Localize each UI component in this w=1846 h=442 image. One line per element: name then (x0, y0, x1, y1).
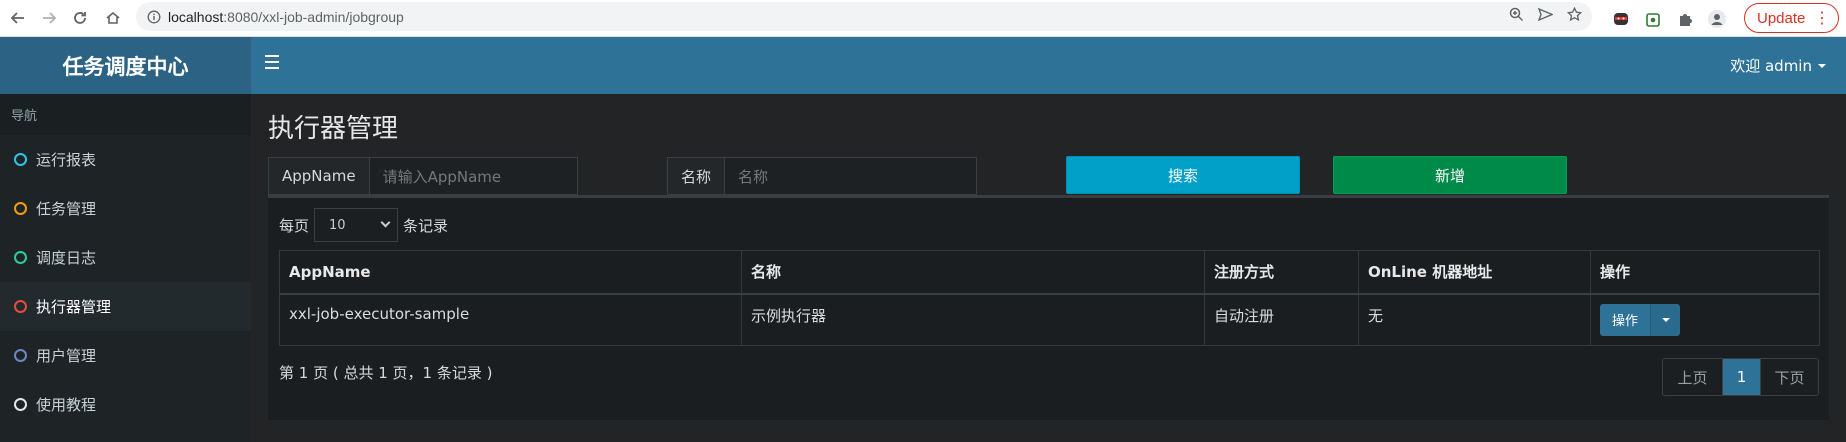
url-host: localhost (168, 8, 224, 25)
table-header-row: AppName 名称 注册方式 OnLine 机器地址 操作 (279, 250, 1820, 295)
add-button[interactable]: 新增 (1333, 156, 1567, 194)
address-bar[interactable]: localhost:8080/xxl-job-admin/jobgroup (136, 2, 1592, 31)
name-filter: 名称 名称 (667, 157, 977, 195)
update-label: Update (1757, 9, 1806, 27)
browser-toolbar: localhost:8080/xxl-job-admin/jobgroup Up… (0, 0, 1846, 37)
pagination-page-1[interactable]: 1 (1723, 359, 1760, 395)
site-info-icon[interactable] (140, 10, 168, 24)
hamburger-menu-icon[interactable] (265, 55, 281, 75)
sidebar-item-jobs[interactable]: 任务管理 (0, 184, 251, 233)
url-path: :8080/xxl-job-admin/jobgroup (223, 8, 404, 25)
sidebar-item-label: 使用教程 (36, 396, 97, 414)
sidebar-item-label: 用户管理 (36, 347, 97, 365)
extension-ninja-icon[interactable] (1610, 8, 1632, 30)
sidebar-header: 导航 (0, 94, 251, 135)
column-header-name[interactable]: 名称 (741, 250, 1205, 295)
column-header-reg-type[interactable]: 注册方式 (1204, 250, 1359, 295)
page-title: 执行器管理 (268, 114, 399, 144)
sidebar: 导航 运行报表任务管理调度日志执行器管理用户管理使用教程 (0, 94, 251, 442)
operation-button-group: 操作 (1600, 303, 1680, 336)
cell-online: 无 (1358, 293, 1591, 346)
cell-appname: xxl-job-executor-sample (279, 293, 742, 346)
operation-dropdown-toggle[interactable] (1650, 303, 1680, 336)
circle-icon (14, 153, 27, 166)
column-header-appname[interactable]: AppName (279, 250, 742, 295)
cell-operation: 操作 (1590, 293, 1820, 346)
sidebar-item-label: 调度日志 (36, 249, 97, 267)
circle-icon (14, 251, 27, 264)
sidebar-item-label: 任务管理 (36, 200, 97, 218)
app-topbar: 欢迎 admin (251, 37, 1846, 94)
chevron-down-icon (380, 217, 391, 228)
app-logo[interactable]: 任务调度中心 (0, 37, 251, 94)
send-icon[interactable] (1537, 7, 1554, 26)
extensions-puzzle-icon[interactable] (1674, 8, 1696, 30)
cell-reg-type: 自动注册 (1204, 293, 1359, 346)
pagination-next[interactable]: 下页 (1760, 359, 1818, 395)
back-arrow-icon[interactable] (2, 2, 34, 34)
sidebar-item-label: 运行报表 (36, 151, 97, 169)
circle-icon (14, 300, 27, 313)
executor-table: AppName 名称 注册方式 OnLine 机器地址 操作 xxl-job-e… (279, 250, 1820, 346)
cell-name: 示例执行器 (741, 293, 1205, 346)
appname-input[interactable]: 请输入AppName (369, 158, 577, 194)
caret-down-icon (1661, 317, 1670, 322)
main-content: 执行器管理 AppName 请输入AppName 名称 名称 搜索 新增 每页 … (251, 94, 1846, 442)
sidebar-item-users[interactable]: 用户管理 (0, 331, 251, 380)
sidebar-item-help[interactable]: 使用教程 (0, 380, 251, 429)
bookmark-star-icon[interactable] (1566, 6, 1583, 26)
update-button[interactable]: Update ⋮ (1744, 3, 1839, 33)
user-greeting: 欢迎 admin (1730, 57, 1812, 75)
table-info: 第 1 页 ( 总共 1 页，1 条记录 ) (279, 364, 493, 382)
sidebar-item-executors[interactable]: 执行器管理 (0, 282, 251, 331)
sidebar-item-logs[interactable]: 调度日志 (0, 233, 251, 282)
reload-icon[interactable] (64, 2, 96, 34)
kebab-menu-icon: ⋮ (1814, 10, 1830, 27)
pagination: 上页 1 下页 (1662, 358, 1819, 396)
column-header-online[interactable]: OnLine 机器地址 (1358, 250, 1591, 295)
extension-bag-icon[interactable] (1642, 8, 1664, 30)
per-page-prefix: 每页 (279, 216, 310, 235)
circle-icon (14, 398, 27, 411)
name-input[interactable]: 名称 (725, 158, 976, 194)
home-icon[interactable] (97, 2, 129, 34)
zoom-icon[interactable] (1509, 7, 1524, 26)
caret-down-icon (1818, 63, 1826, 68)
sidebar-item-reports[interactable]: 运行报表 (0, 135, 251, 184)
profile-avatar-icon[interactable] (1706, 8, 1728, 30)
circle-icon (14, 202, 27, 215)
circle-icon (14, 349, 27, 362)
appname-filter-label: AppName (269, 158, 370, 194)
page-length-control: 每页 10 条记录 (279, 208, 448, 242)
user-menu[interactable]: 欢迎 admin (1730, 37, 1826, 94)
forward-arrow-icon[interactable] (33, 2, 65, 34)
appname-filter: AppName 请输入AppName (268, 157, 578, 195)
name-filter-label: 名称 (668, 158, 726, 194)
page-length-select[interactable]: 10 (314, 208, 399, 242)
pagination-prev[interactable]: 上页 (1663, 359, 1723, 395)
page-length-value: 10 (329, 217, 346, 233)
list-box: 每页 10 条记录 AppName 名称 注册方式 OnLine 机器地址 操作… (268, 195, 1829, 420)
url-text: localhost:8080/xxl-job-admin/jobgroup (168, 9, 404, 25)
column-header-operation: 操作 (1590, 250, 1820, 295)
table-row: xxl-job-executor-sample 示例执行器 自动注册 无 操作 (279, 293, 1820, 346)
per-page-suffix: 条记录 (403, 216, 449, 235)
search-button[interactable]: 搜索 (1066, 156, 1300, 194)
sidebar-item-label: 执行器管理 (36, 298, 112, 316)
operation-button[interactable]: 操作 (1600, 303, 1650, 336)
